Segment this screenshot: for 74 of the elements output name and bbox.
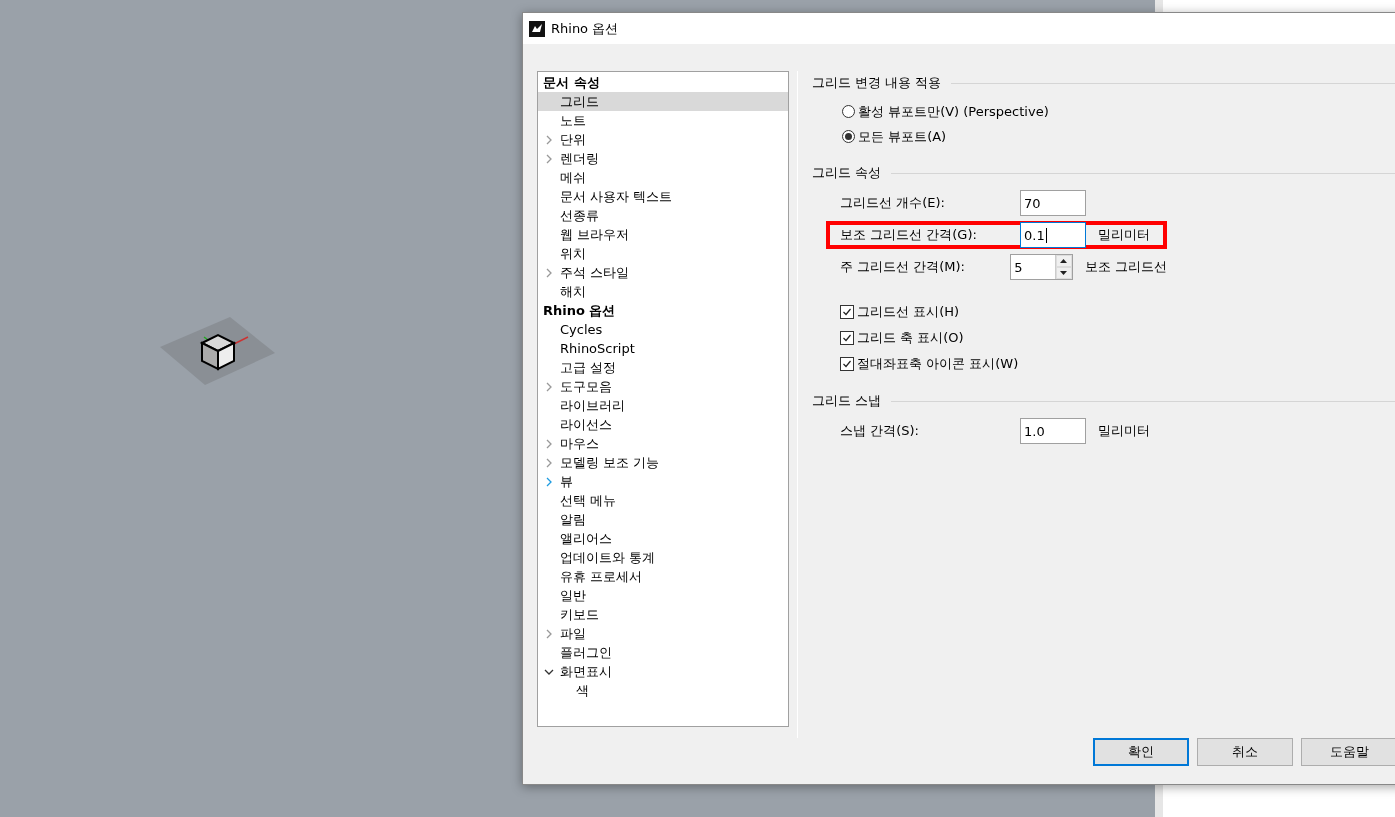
tree-row[interactable]: 플러그인 [538, 643, 788, 662]
field-label: 주 그리드선 간격(M): [840, 258, 966, 276]
chevron-right-icon[interactable] [544, 457, 554, 468]
input-field[interactable]: 0.1 [1020, 222, 1086, 248]
tree-row[interactable]: 라이선스 [538, 415, 788, 434]
triangle-up-icon [1060, 259, 1068, 263]
tree-row[interactable]: 해치 [538, 282, 788, 301]
field-label: 보조 그리드선 간격(G): [840, 226, 978, 244]
tree-row[interactable]: 라이브러리 [538, 396, 788, 415]
tree-row[interactable]: 선택 메뉴 [538, 491, 788, 510]
input-field[interactable]: 1.0 [1020, 418, 1086, 444]
tree-row[interactable]: 화면표시 [538, 662, 788, 681]
checkbox[interactable] [840, 331, 854, 345]
radio-label: 활성 뷰포트만(V) (Perspective) [858, 102, 1049, 121]
chevron-right-icon[interactable] [544, 153, 554, 164]
tree-row[interactable]: 선종류 [538, 206, 788, 225]
triangle-down-icon [1060, 271, 1068, 275]
chevron-right-icon[interactable] [544, 134, 554, 145]
tree-row[interactable]: RhinoScript [538, 339, 788, 358]
radio-label: 모든 뷰포트(A) [858, 127, 947, 146]
tree-row[interactable]: 웹 브라우저 [538, 225, 788, 244]
section-title: 그리드 스냅 [812, 392, 882, 410]
checkbox[interactable] [840, 305, 854, 319]
chevron-right-icon[interactable] [544, 476, 554, 487]
tree-row[interactable]: 앨리어스 [538, 529, 788, 548]
section-title: 그리드 변경 내용 적용 [812, 74, 942, 92]
tree-row[interactable]: 뷰 [538, 472, 788, 491]
chevron-right-icon[interactable] [544, 267, 554, 278]
checkbox-label: 절대좌표축 아이콘 표시(W) [857, 355, 1019, 373]
dialog-button[interactable]: 도움말 [1301, 738, 1395, 766]
spin-up-button[interactable] [1055, 255, 1072, 267]
tree-row[interactable]: 문서 속성 [538, 73, 788, 92]
tree-row[interactable]: 단위 [538, 130, 788, 149]
spinner-field[interactable]: 5 [1010, 254, 1073, 280]
tree-row[interactable]: Rhino 옵션 [538, 301, 788, 320]
radio-button[interactable] [842, 105, 855, 118]
dialog-button[interactable]: 취소 [1197, 738, 1293, 766]
tree-row[interactable]: 주석 스타일 [538, 263, 788, 282]
tree-row[interactable]: 렌더링 [538, 149, 788, 168]
tree-row[interactable]: 파일 [538, 624, 788, 643]
tree-row[interactable]: 도구모음 [538, 377, 788, 396]
checkbox-label: 그리드 축 표시(O) [857, 329, 964, 347]
window-title: Rhino 옵션 [551, 19, 619, 38]
tree-row[interactable]: 위치 [538, 244, 788, 263]
section-title: 그리드 속성 [812, 164, 882, 182]
checkbox[interactable] [840, 357, 854, 371]
radio-button[interactable] [842, 130, 855, 143]
spin-down-button[interactable] [1055, 267, 1072, 279]
rhino-logo-icon [529, 20, 545, 37]
tree-row[interactable]: 고급 설정 [538, 358, 788, 377]
input-field[interactable]: 70 [1020, 190, 1086, 216]
tree-row[interactable]: 색 [538, 681, 788, 700]
tree-row[interactable]: 일반 [538, 586, 788, 605]
tree-row[interactable]: Cycles [538, 320, 788, 339]
tree-row[interactable]: 알림 [538, 510, 788, 529]
tree-row[interactable]: 문서 사용자 텍스트 [538, 187, 788, 206]
tree-row[interactable]: 마우스 [538, 434, 788, 453]
tree-row[interactable]: 키보드 [538, 605, 788, 624]
chevron-right-icon[interactable] [544, 438, 554, 449]
unit-label: 보조 그리드선 [1084, 258, 1167, 276]
tree-row[interactable]: 메쉬 [538, 168, 788, 187]
tree-row[interactable]: 모델링 보조 기능 [538, 453, 788, 472]
tree-row[interactable]: 유휴 프로세서 [538, 567, 788, 586]
checkbox-label: 그리드선 표시(H) [857, 303, 960, 321]
unit-label: 밀리미터 [1098, 226, 1150, 244]
field-label: 그리드선 개수(E): [840, 194, 946, 212]
tree-row[interactable]: 업데이트와 통계 [538, 548, 788, 567]
field-label: 스냅 간격(S): [840, 422, 920, 440]
tree-item-selected[interactable]: 그리드 [538, 92, 788, 111]
chevron-right-icon[interactable] [544, 381, 554, 392]
tree-row[interactable]: 노트 [538, 111, 788, 130]
chevron-right-icon[interactable] [544, 628, 554, 639]
unit-label: 밀리미터 [1098, 422, 1150, 440]
dialog-button[interactable]: 확인 [1093, 738, 1189, 766]
